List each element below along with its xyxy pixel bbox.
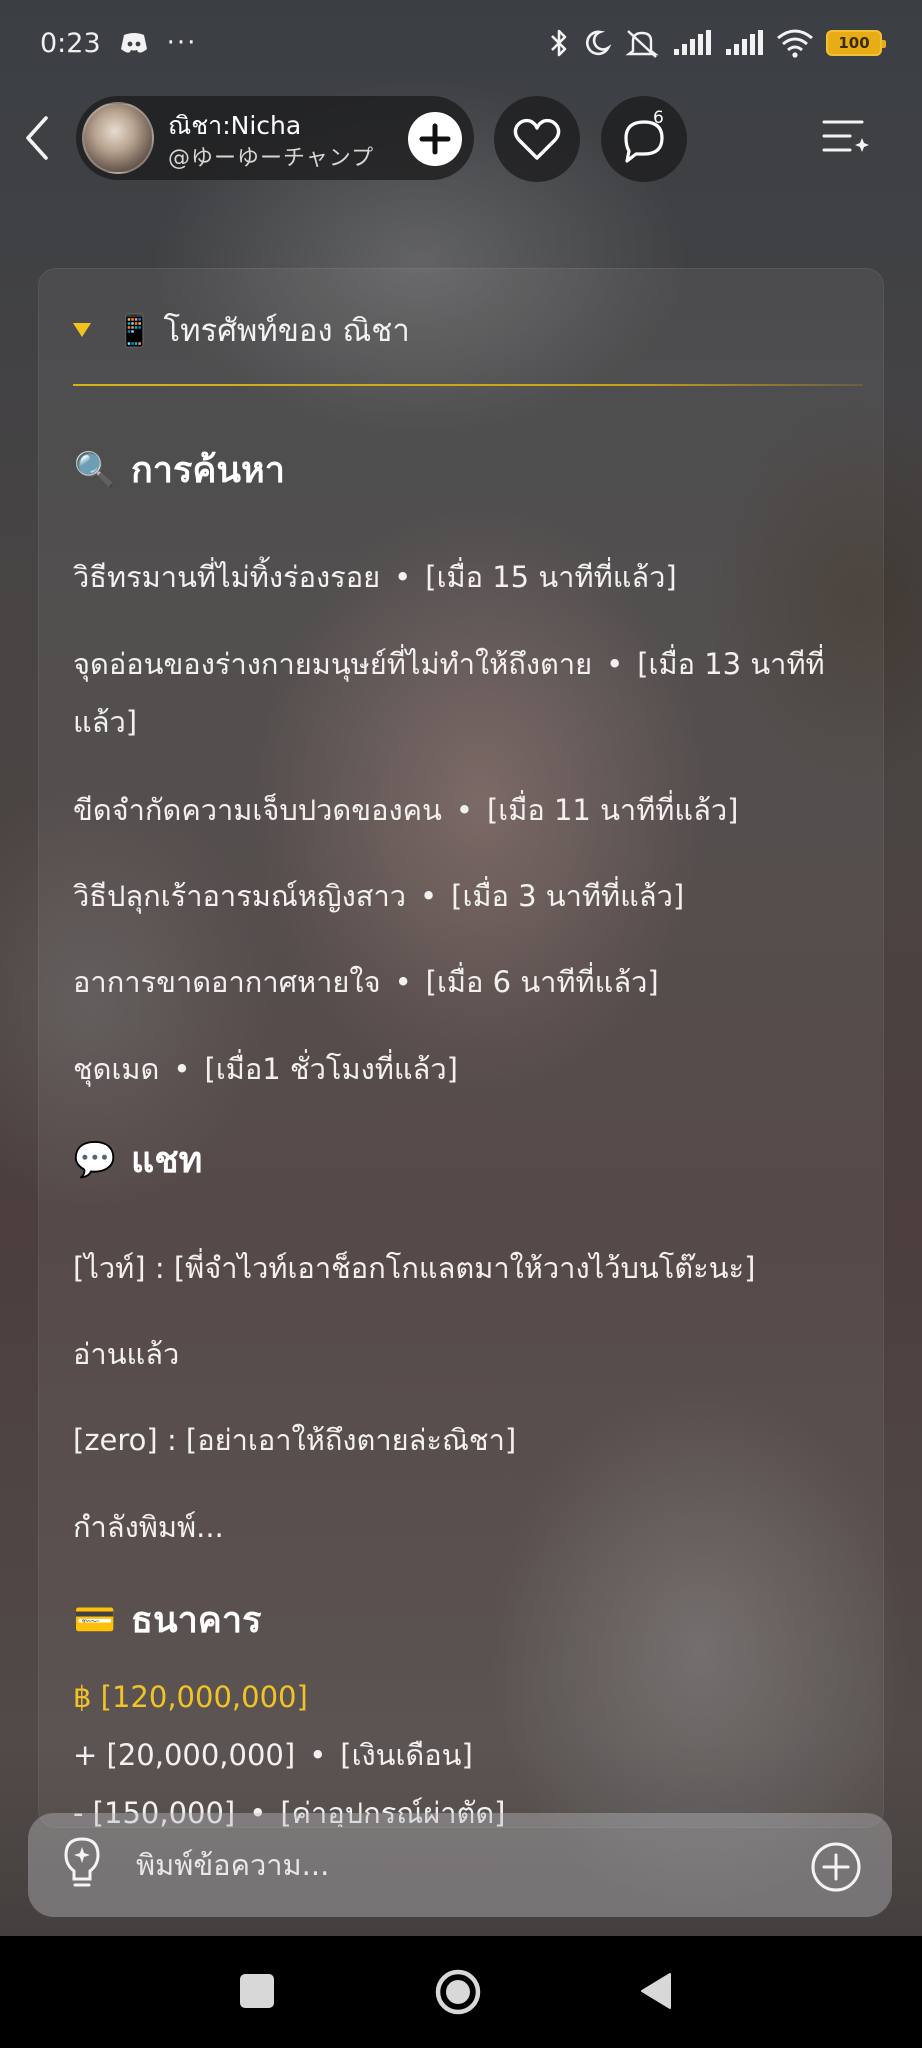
plus-icon <box>419 123 451 155</box>
moon-icon <box>585 30 612 56</box>
wifi-icon <box>777 29 813 58</box>
search-section-header: 🔍 การค้นหา <box>73 441 285 498</box>
bank-balance: ฿ [120,000,000] <box>73 1680 308 1714</box>
battery-icon: 100 <box>826 30 886 56</box>
profile-handle: @ゆーゆーチャンプ <box>168 146 375 171</box>
speech-bubble-icon: 💬 <box>73 1139 117 1180</box>
search-history-item[interactable]: วิธีทรมานที่ไม่ทิ้งร่องรอย • [เมื่อ 15 นาท… <box>73 548 873 606</box>
follow-button[interactable] <box>408 112 462 166</box>
chat-typing-status: กำลังพิมพ์... <box>73 1510 224 1544</box>
comment-count: 6 <box>653 108 664 128</box>
heart-icon <box>513 118 561 160</box>
search-section-title: การค้นหา <box>131 450 285 491</box>
message-input[interactable] <box>136 1837 776 1893</box>
search-history-item[interactable]: วิธีปลุกเร้าอารมณ์หญิงสาว • [เมื่อ 3 นาทีท… <box>73 867 873 925</box>
chat-message[interactable]: [ไวท์] : [พี่จำไวท์เอาช็อกโกแลตมาให้วางไ… <box>73 1239 873 1297</box>
search-history-item[interactable]: ขีดจำกัดความเจ็บปวดของคน • [เมื่อ 11 นาทีท… <box>73 781 873 839</box>
phone-card: 📱 โทรศัพท์ของ ณิชา 🔍 การค้นหา วิธีทรมานท… <box>38 268 884 1828</box>
more-dots-icon: ··· <box>166 28 198 58</box>
chat-section-title: แชท <box>131 1140 203 1181</box>
bank-section-title: ธนาคาร <box>131 1600 262 1641</box>
collapse-triangle-icon[interactable] <box>73 323 91 337</box>
chat-message[interactable]: [zero] : [อย่าเอาให้ถึงตายล่ะณิชา] <box>73 1411 873 1469</box>
signal-icon <box>726 30 763 55</box>
chat-read-status: อ่านแล้ว <box>73 1337 180 1371</box>
status-time: 0:23 <box>40 27 101 59</box>
nav-back-icon[interactable] <box>638 1970 674 2012</box>
comment-button[interactable]: 6 <box>601 96 687 182</box>
profile-pill[interactable]: ณิชา:Nicha @ゆーゆーチャンプ <box>76 96 474 180</box>
chat-section-header: 💬 แชท <box>73 1131 203 1188</box>
search-history-item[interactable]: ชุดเมด • [เมื่อ1 ชั่วโมงที่แล้ว] <box>73 1040 873 1098</box>
credit-card-icon: 💳 <box>73 1599 117 1640</box>
back-icon[interactable] <box>18 110 58 166</box>
discord-icon <box>120 33 147 53</box>
mute-icon <box>625 30 659 58</box>
avatar[interactable] <box>82 102 154 174</box>
card-title: 📱 โทรศัพท์ของ ณิชา <box>115 313 410 349</box>
battery-level: 100 <box>838 34 870 52</box>
recent-apps-icon[interactable] <box>240 1974 274 2008</box>
card-header-toggle[interactable]: 📱 โทรศัพท์ของ ณิชา <box>73 305 410 355</box>
message-input-bar <box>28 1813 892 1917</box>
add-circle-icon[interactable] <box>810 1841 862 1893</box>
home-icon[interactable] <box>434 1968 482 2016</box>
like-button[interactable] <box>494 96 580 182</box>
search-icon: 🔍 <box>73 449 117 490</box>
signal-icon <box>674 30 711 55</box>
bank-section-header: 💳 ธนาคาร <box>73 1591 262 1648</box>
divider <box>73 384 863 386</box>
search-history-item[interactable]: อาการขาดอากาศหายใจ • [เมื่อ 6 นาทีที่แล้ว] <box>73 953 873 1011</box>
bank-transaction[interactable]: + [20,000,000] • [เงินเดือน] <box>73 1726 873 1784</box>
system-nav-bar <box>0 1936 922 2048</box>
status-bar: 0:23 ··· 100 <box>0 0 922 86</box>
bluetooth-icon <box>551 29 567 57</box>
menu-icon[interactable] <box>818 112 874 164</box>
lightbulb-icon[interactable] <box>60 1835 104 1893</box>
chat-header: ณิชา:Nicha @ゆーゆーチャンプ 6 <box>0 92 922 182</box>
search-history-item[interactable]: จุดอ่อนของร่างกายมนุษย์ที่ไม่ทำให้ถึงตาย… <box>73 635 873 751</box>
